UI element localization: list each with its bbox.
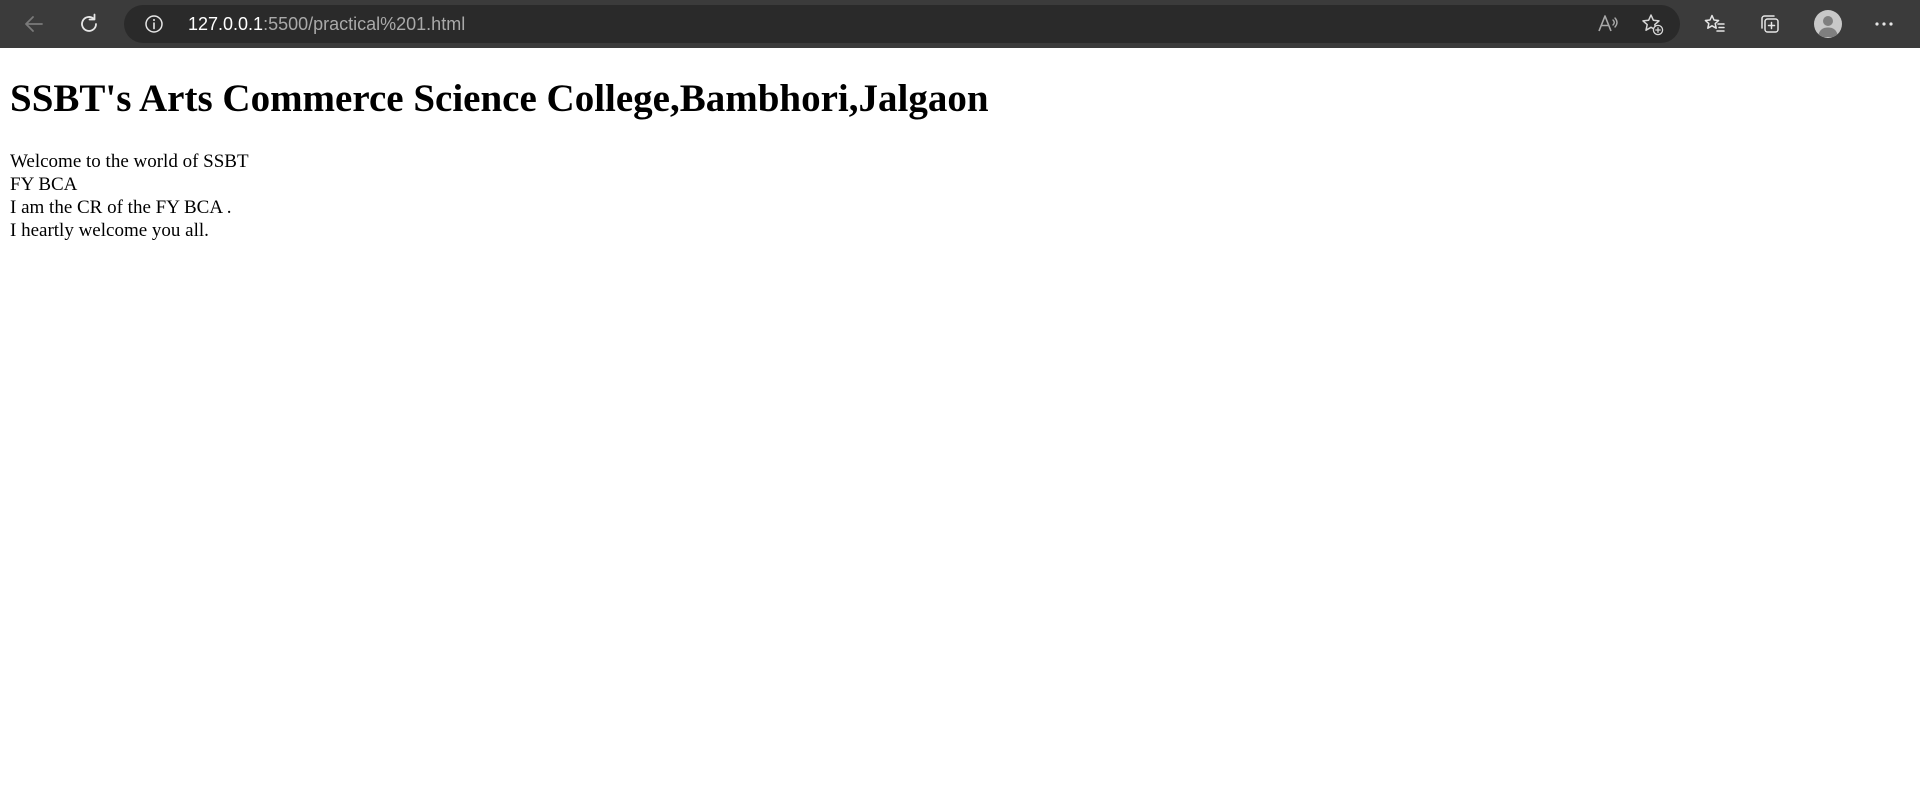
address-bar[interactable]: 127.0.0.1:5500/practical%201.html — [124, 5, 1680, 43]
body-line: I heartly welcome you all. — [10, 220, 209, 241]
add-favorite-icon[interactable] — [1640, 12, 1664, 36]
body-line: I am the CR of the FY BCA . — [10, 197, 232, 218]
favorites-icon[interactable] — [1697, 6, 1733, 42]
page-heading: SSBT's Arts Commerce Science College,Bam… — [10, 77, 989, 120]
info-icon[interactable] — [144, 14, 164, 34]
page-body: Welcome to the world of SSBT FY BCA I am… — [10, 150, 249, 242]
profile-avatar-icon[interactable] — [1810, 6, 1846, 42]
back-arrow-icon[interactable] — [16, 6, 52, 42]
url-path: :5500/practical%201.html — [263, 14, 466, 34]
url-text[interactable]: 127.0.0.1:5500/practical%201.html — [188, 5, 465, 43]
refresh-icon[interactable] — [71, 6, 107, 42]
url-host: 127.0.0.1 — [188, 14, 264, 34]
more-options-icon[interactable] — [1866, 6, 1902, 42]
browser-toolbar: 127.0.0.1:5500/practical%201.html — [0, 0, 1920, 48]
collections-icon[interactable] — [1752, 6, 1788, 42]
read-aloud-icon[interactable] — [1596, 12, 1620, 36]
body-line: FY BCA — [10, 174, 78, 195]
body-line: Welcome to the world of SSBT — [10, 151, 249, 172]
page-content: SSBT's Arts Commerce Science College,Bam… — [0, 48, 1920, 807]
